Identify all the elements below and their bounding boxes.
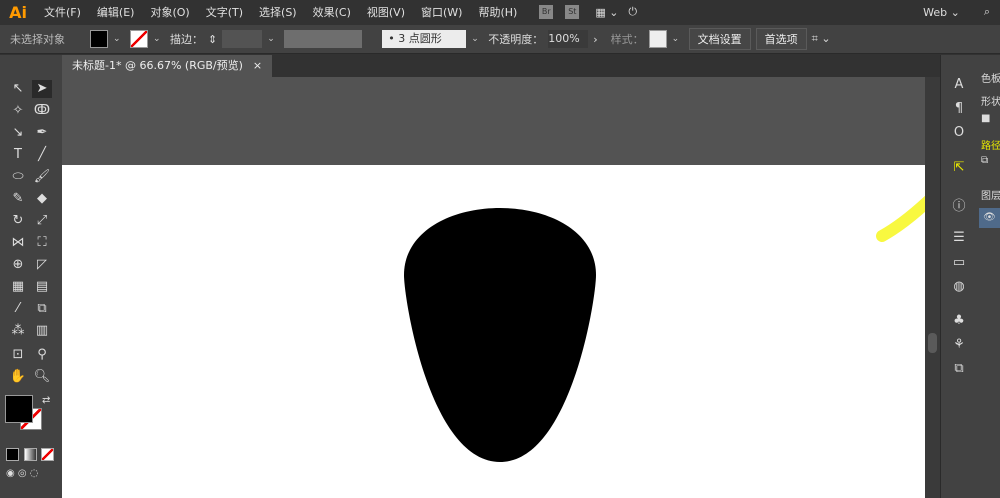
layers-panel-tab[interactable]: 图层 — [981, 187, 1000, 202]
swatches-panel-tab[interactable]: 色板 — [981, 70, 1000, 85]
opentype-panel-icon[interactable]: O — [950, 125, 968, 141]
vertical-scrollbar[interactable] — [925, 77, 940, 498]
canvas-overlay — [404, 124, 1000, 462]
info-panel-icon[interactable]: ⓘ — [950, 195, 968, 214]
layer-visibility-eye-icon[interactable]: 👁︎ — [979, 208, 1000, 228]
pathfinder-icon[interactable]: ⧉ — [981, 155, 1000, 166]
artboards-panel-icon[interactable]: ⧉ — [950, 361, 968, 377]
right-panel: 色板 形状 ■ 路径 ⧉ 图层 👁︎ — [976, 55, 1000, 498]
black-shape[interactable] — [404, 208, 596, 462]
transparency-panel-icon[interactable]: ◍ — [950, 279, 968, 295]
shape-panel-label: 形状 — [981, 97, 1000, 108]
symbols-panel-icon[interactable]: ♣ — [950, 313, 968, 329]
scrollbar-thumb[interactable] — [928, 333, 937, 353]
character-panel-icon[interactable]: A — [950, 77, 968, 93]
gradient-panel-icon[interactable]: ▭ — [950, 255, 968, 271]
align-panel-icon[interactable]: ☰ — [950, 230, 968, 246]
pathfinder-label: 路径 — [981, 141, 1000, 152]
shape-icon[interactable]: ■ — [981, 113, 1000, 124]
paragraph-panel-icon[interactable]: ¶ — [950, 101, 968, 117]
brushes-panel-icon[interactable]: ⚘ — [950, 337, 968, 353]
panel-icon-dock: A ¶ O ⇱ ⓘ ☰ ▭ ◍ ♣ ⚘ ⧉ — [940, 55, 976, 498]
export-panel-icon[interactable]: ⇱ — [950, 160, 968, 176]
